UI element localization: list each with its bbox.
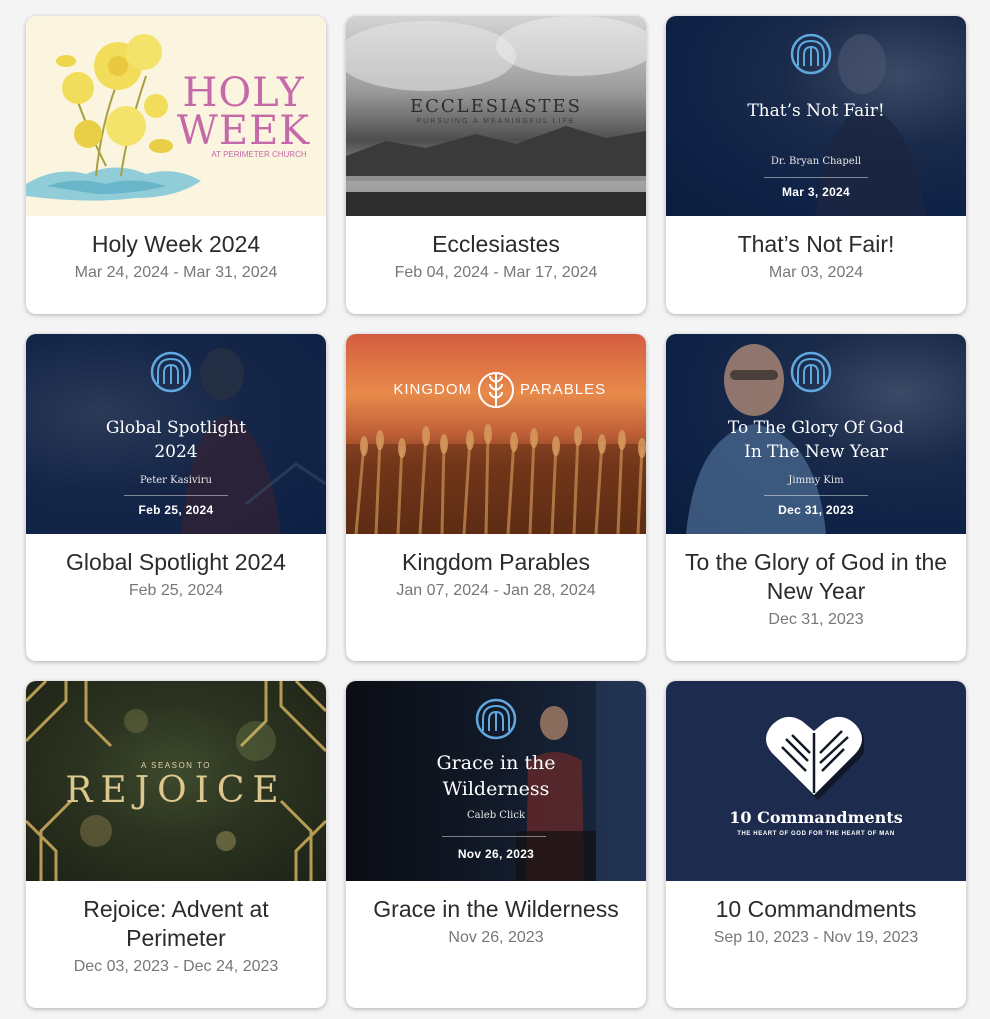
- thumb-title-line2: 2024: [154, 442, 198, 462]
- thumb-title-line1: Global Spotlight: [105, 418, 247, 438]
- holy-week-image-sub: AT PERIMETER CHURCH: [211, 150, 307, 159]
- series-title[interactable]: Global Spotlight 2024: [40, 548, 312, 577]
- series-thumbnail[interactable]: Global Spotlight 2024 Peter Kasiviru Feb…: [26, 334, 326, 534]
- thumb-title-line1: Grace in the: [436, 752, 556, 774]
- series-dates: Mar 03, 2024: [768, 264, 864, 281]
- series-card-kingdom-parables[interactable]: KINGDOM PARABLES Kingdom Parables Jan 07…: [346, 334, 646, 661]
- thumb-title: That’s Not Fair!: [747, 101, 885, 121]
- church-arch-logo-icon: [790, 33, 832, 75]
- wheat-icon: [478, 372, 514, 408]
- ecclesiastes-image-sub: PURSUING A MEANINGFUL LIFE: [416, 118, 576, 125]
- commandments-image-title: 10 Commandments: [729, 808, 903, 827]
- series-dates: Jan 07, 2024 - Jan 28, 2024: [396, 582, 596, 599]
- church-arch-logo-icon: [150, 351, 192, 393]
- bible-heart-icon: [766, 716, 864, 800]
- series-thumbnail[interactable]: HOLY WEEK AT PERIMETER CHURCH: [26, 16, 326, 216]
- thumb-date: Feb 25, 2024: [138, 503, 214, 517]
- series-dates: Nov 26, 2023: [448, 929, 544, 946]
- series-dates: Feb 25, 2024: [128, 582, 224, 599]
- series-title[interactable]: Ecclesiastes: [360, 230, 632, 259]
- series-card-ecclesiastes[interactable]: ECCLESIASTES PURSUING A MEANINGFUL LIFE …: [346, 16, 646, 314]
- series-thumbnail[interactable]: KINGDOM PARABLES: [346, 334, 646, 534]
- church-arch-logo-icon: [475, 698, 517, 740]
- series-dates: Mar 24, 2024 - Mar 31, 2024: [74, 264, 278, 281]
- series-card-grace-wilderness[interactable]: Grace in the Wilderness Caleb Click Nov …: [346, 681, 646, 1008]
- series-card-10-commandments[interactable]: 10 Commandments THE HEART OF GOD FOR THE…: [666, 681, 966, 1008]
- divider-line: [764, 495, 868, 496]
- series-card-rejoice[interactable]: A SEASON TO REJOICE Rejoice: Advent at P…: [26, 681, 326, 1008]
- thumb-speaker: Jimmy Kim: [788, 475, 844, 486]
- series-dates: Dec 03, 2023 - Dec 24, 2023: [73, 958, 279, 975]
- series-dates: Feb 04, 2024 - Mar 17, 2024: [394, 264, 598, 281]
- divider-line: [124, 495, 228, 496]
- series-title[interactable]: Holy Week 2024: [40, 230, 312, 259]
- series-card-holy-week[interactable]: HOLY WEEK AT PERIMETER CHURCH Holy Week …: [26, 16, 326, 314]
- divider-line: [764, 177, 868, 178]
- series-title[interactable]: That’s Not Fair!: [680, 230, 952, 259]
- series-title[interactable]: Grace in the Wilderness: [360, 895, 632, 924]
- series-thumbnail[interactable]: That’s Not Fair! Dr. Bryan Chapell Mar 3…: [666, 16, 966, 216]
- series-thumbnail[interactable]: 10 Commandments THE HEART OF GOD FOR THE…: [666, 681, 966, 881]
- week-word: WEEK: [176, 108, 311, 154]
- thumb-title: Grace in the Wilderness: [346, 750, 646, 802]
- series-thumbnail[interactable]: A SEASON TO REJOICE: [26, 681, 326, 881]
- thumb-title-line1: To The Glory Of God: [727, 418, 905, 438]
- series-thumbnail[interactable]: ECCLESIASTES PURSUING A MEANINGFUL LIFE: [346, 16, 646, 216]
- holy-week-image-title: HOLY WEEK: [161, 70, 326, 154]
- series-card-thats-not-fair[interactable]: That’s Not Fair! Dr. Bryan Chapell Mar 3…: [666, 16, 966, 314]
- series-thumbnail[interactable]: To The Glory Of God In The New Year Jimm…: [666, 334, 966, 534]
- thumb-date: Nov 26, 2023: [457, 847, 535, 861]
- thumb-speaker: Peter Kasiviru: [140, 475, 212, 486]
- thumb-date: Dec 31, 2023: [778, 503, 854, 517]
- thumb-title: To The Glory Of God In The New Year: [666, 416, 966, 464]
- wheat-field-artwork: [346, 424, 646, 534]
- church-arch-logo-icon: [790, 351, 832, 393]
- rejoice-image-title: REJOICE: [65, 770, 287, 811]
- thumb-speaker: Dr. Bryan Chapell: [770, 156, 862, 167]
- thumb-date: Mar 3, 2024: [781, 185, 850, 199]
- series-dates: Dec 31, 2023: [768, 611, 864, 628]
- thumb-title-line2: Wilderness: [442, 778, 550, 800]
- series-card-glory-of-god[interactable]: To The Glory Of God In The New Year Jimm…: [666, 334, 966, 661]
- rejoice-image-sub: A SEASON TO: [140, 761, 211, 770]
- series-thumbnail[interactable]: Grace in the Wilderness Caleb Click Nov …: [346, 681, 646, 881]
- series-grid: HOLY WEEK AT PERIMETER CHURCH Holy Week …: [0, 0, 990, 1019]
- divider-line: [442, 836, 546, 837]
- series-title[interactable]: Kingdom Parables: [360, 548, 632, 577]
- series-title[interactable]: To the Glory of God in the New Year: [680, 548, 952, 606]
- series-title[interactable]: 10 Commandments: [680, 895, 952, 924]
- commandments-image-sub: THE HEART OF GOD FOR THE HEART OF MAN: [737, 831, 895, 837]
- series-dates: Sep 10, 2023 - Nov 19, 2023: [713, 929, 919, 946]
- kingdom-word: KINGDOM: [393, 381, 472, 398]
- series-card-global-spotlight[interactable]: Global Spotlight 2024 Peter Kasiviru Feb…: [26, 334, 326, 661]
- thumb-title-line2: In The New Year: [744, 442, 888, 462]
- parables-word: PARABLES: [520, 381, 607, 398]
- ecclesiastes-image-title: ECCLESIASTES: [409, 96, 583, 117]
- thumb-speaker: Caleb Click: [466, 810, 526, 821]
- holy-word: HOLY: [182, 70, 305, 116]
- thumb-title: Global Spotlight 2024: [26, 416, 326, 464]
- series-title[interactable]: Rejoice: Advent at Perimeter: [40, 895, 312, 953]
